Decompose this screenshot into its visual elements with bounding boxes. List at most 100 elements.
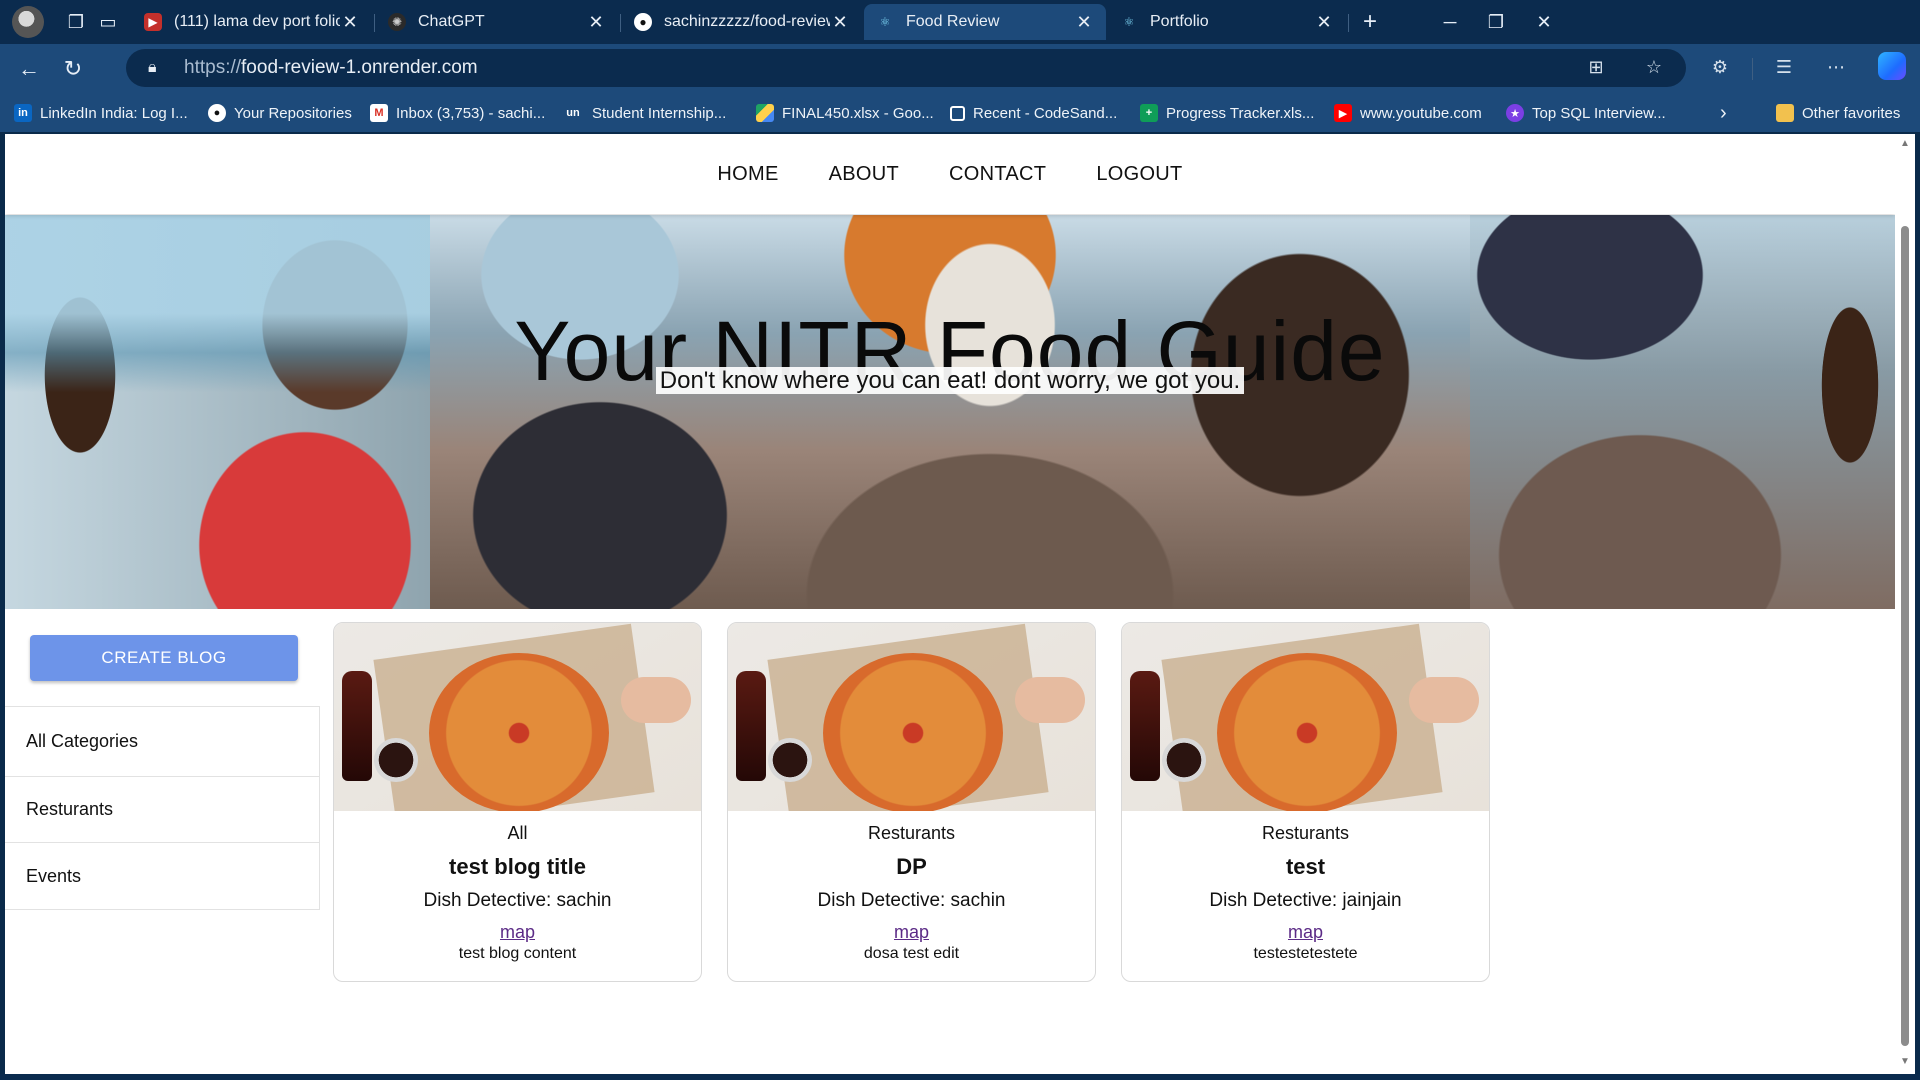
- toolbar-divider: [1752, 58, 1753, 80]
- favorite-star-icon[interactable]: ☆: [1640, 53, 1668, 81]
- close-tab-icon[interactable]: ✕: [586, 12, 606, 33]
- post-card[interactable]: All test blog title Dish Detective: sach…: [333, 622, 702, 982]
- post-content: dosa test edit: [863, 945, 960, 962]
- page-scrollbar[interactable]: ▲ ▼: [1895, 134, 1915, 1074]
- post-content: test blog content: [458, 945, 577, 962]
- nav-about[interactable]: ABOUT: [829, 163, 899, 186]
- tab-portfolio[interactable]: ⚛ Portfolio ✕: [1108, 4, 1346, 40]
- bookmark-label: FINAL450.xlsx - Goo...: [782, 104, 934, 122]
- nav-logout[interactable]: LOGOUT: [1096, 163, 1182, 186]
- sheets-icon: +: [1140, 104, 1158, 122]
- youtube-icon: ▶: [1334, 104, 1352, 122]
- hero-tagline: Don't know where you can eat! dont worry…: [655, 367, 1245, 394]
- map-link[interactable]: map: [1122, 922, 1489, 943]
- hero-photo-right: [1470, 215, 1895, 609]
- scroll-up-icon[interactable]: ▲: [1899, 138, 1911, 150]
- minimize-icon[interactable]: ─: [1430, 6, 1470, 38]
- lock-icon[interactable]: 🔒︎: [148, 59, 170, 77]
- window-bottom-edge: [0, 1074, 1920, 1080]
- browser-tab-bar: ❐ ▭ ▶ (111) lama dev port folio - YouTub…: [0, 0, 1920, 44]
- map-link[interactable]: map: [334, 922, 701, 943]
- map-link[interactable]: map: [728, 922, 1095, 943]
- tab-youtube[interactable]: ▶ (111) lama dev port folio - YouTube ✕: [132, 4, 372, 40]
- tab-chatgpt[interactable]: ✺ ChatGPT ✕: [376, 4, 618, 40]
- star-icon: ★: [1506, 104, 1524, 122]
- close-tab-icon[interactable]: ✕: [1074, 12, 1094, 33]
- hero-photo-center: [430, 215, 1470, 609]
- nav-home[interactable]: HOME: [717, 163, 778, 186]
- post-image: [728, 623, 1095, 811]
- app-available-icon[interactable]: ⊞: [1582, 53, 1610, 81]
- category-events[interactable]: Events: [5, 843, 319, 909]
- url-protocol: https://: [184, 57, 242, 78]
- close-window-icon[interactable]: ✕: [1524, 6, 1564, 38]
- tab-github[interactable]: ● sachinzzzzz/food-review ✕: [622, 4, 862, 40]
- category-all[interactable]: All Categories: [5, 707, 319, 777]
- gmail-icon: M: [370, 104, 388, 122]
- tab-title: Portfolio: [1150, 13, 1209, 30]
- post-content: testestetestete: [1253, 945, 1358, 962]
- bookmark-label: www.youtube.com: [1360, 104, 1482, 122]
- tab-divider: [1348, 14, 1349, 32]
- close-tab-icon[interactable]: ✕: [1314, 12, 1334, 33]
- bookmark-label: Top SQL Interview...: [1532, 104, 1666, 122]
- bookmark-label: Inbox (3,753) - sachi...: [396, 104, 546, 122]
- create-blog-button[interactable]: CREATE BLOG: [30, 635, 298, 681]
- post-author: Dish Detective: sachin: [423, 890, 612, 911]
- tab-food-review[interactable]: ⚛ Food Review ✕: [864, 4, 1106, 40]
- category-resturants[interactable]: Resturants: [5, 777, 319, 843]
- codesandbox-icon: [950, 105, 965, 121]
- close-tab-icon[interactable]: ✕: [340, 12, 360, 33]
- extensions-icon[interactable]: ⚙: [1706, 53, 1734, 81]
- other-favorites[interactable]: Other favorites: [1776, 101, 1900, 125]
- hero-banner: Your NITR Food Guide Don't know where yo…: [5, 215, 1895, 609]
- post-image: [1122, 623, 1489, 811]
- bookmark-internship[interactable]: un Student Internship...: [562, 101, 726, 125]
- nav-contact[interactable]: CONTACT: [949, 163, 1046, 186]
- bookmark-youtube[interactable]: ▶ www.youtube.com: [1334, 101, 1482, 125]
- post-card[interactable]: Resturants DP Dish Detective: sachin map…: [727, 622, 1096, 982]
- hero-photo-left: [5, 215, 430, 609]
- workspaces-icon[interactable]: ❐: [62, 8, 90, 36]
- tab-title: ChatGPT: [418, 13, 485, 30]
- post-image: [334, 623, 701, 811]
- post-title: DP: [896, 854, 927, 879]
- scroll-down-icon[interactable]: ▼: [1899, 1056, 1911, 1068]
- vertical-tabs-icon[interactable]: ▭: [94, 8, 122, 36]
- bookmark-label: Your Repositories: [234, 104, 352, 122]
- bookmark-gmail[interactable]: M Inbox (3,753) - sachi...: [370, 101, 545, 125]
- restore-icon[interactable]: ❐: [1476, 6, 1516, 38]
- favorites-icon[interactable]: ☰: [1770, 53, 1798, 81]
- new-tab-icon[interactable]: +: [1356, 8, 1384, 36]
- tab-title: sachinzzzzz/food-review: [664, 13, 830, 30]
- tab-title: (111) lama dev port folio - YouTube: [174, 13, 340, 30]
- close-tab-icon[interactable]: ✕: [830, 12, 850, 33]
- back-arrow-icon[interactable]: ←: [14, 54, 44, 84]
- chatgpt-icon: ✺: [388, 13, 406, 31]
- bookmark-progress-tracker[interactable]: + Progress Tracker.xls...: [1140, 101, 1314, 125]
- github-icon: ●: [208, 104, 226, 122]
- copilot-icon[interactable]: [1878, 52, 1906, 80]
- hero-tagline-wrap: Don't know where you can eat! dont worry…: [5, 367, 1895, 395]
- post-title: test: [1285, 854, 1326, 879]
- chevron-right-icon[interactable]: ›: [1720, 101, 1727, 125]
- bookmark-repositories[interactable]: ● Your Repositories: [208, 101, 352, 125]
- folder-icon: [1776, 104, 1794, 122]
- post-author: Dish Detective: sachin: [817, 890, 1006, 911]
- address-toolbar: ← ↻ 🔒︎ https://food-review-1.onrender.co…: [0, 44, 1920, 92]
- url-text: https://food-review-1.onrender.com: [184, 57, 478, 79]
- bookmark-label: Other favorites: [1802, 104, 1901, 122]
- scrollbar-thumb[interactable]: [1901, 226, 1909, 1046]
- bookmark-sql[interactable]: ★ Top SQL Interview...: [1506, 101, 1666, 125]
- linkedin-icon: in: [14, 104, 32, 122]
- address-bar[interactable]: 🔒︎ https://food-review-1.onrender.com: [126, 49, 1686, 87]
- refresh-icon[interactable]: ↻: [58, 54, 88, 84]
- tab-title: Food Review: [906, 13, 1000, 30]
- profile-avatar[interactable]: [12, 6, 44, 38]
- post-card[interactable]: Resturants test Dish Detective: jainjain…: [1121, 622, 1490, 982]
- bookmark-codesandbox[interactable]: Recent - CodeSand...: [950, 101, 1117, 125]
- tab-divider: [620, 14, 621, 32]
- bookmark-final450[interactable]: FINAL450.xlsx - Goo...: [756, 101, 934, 125]
- bookmark-linkedin[interactable]: in LinkedIn India: Log I...: [14, 101, 188, 125]
- more-options-icon[interactable]: ⋯: [1822, 53, 1850, 81]
